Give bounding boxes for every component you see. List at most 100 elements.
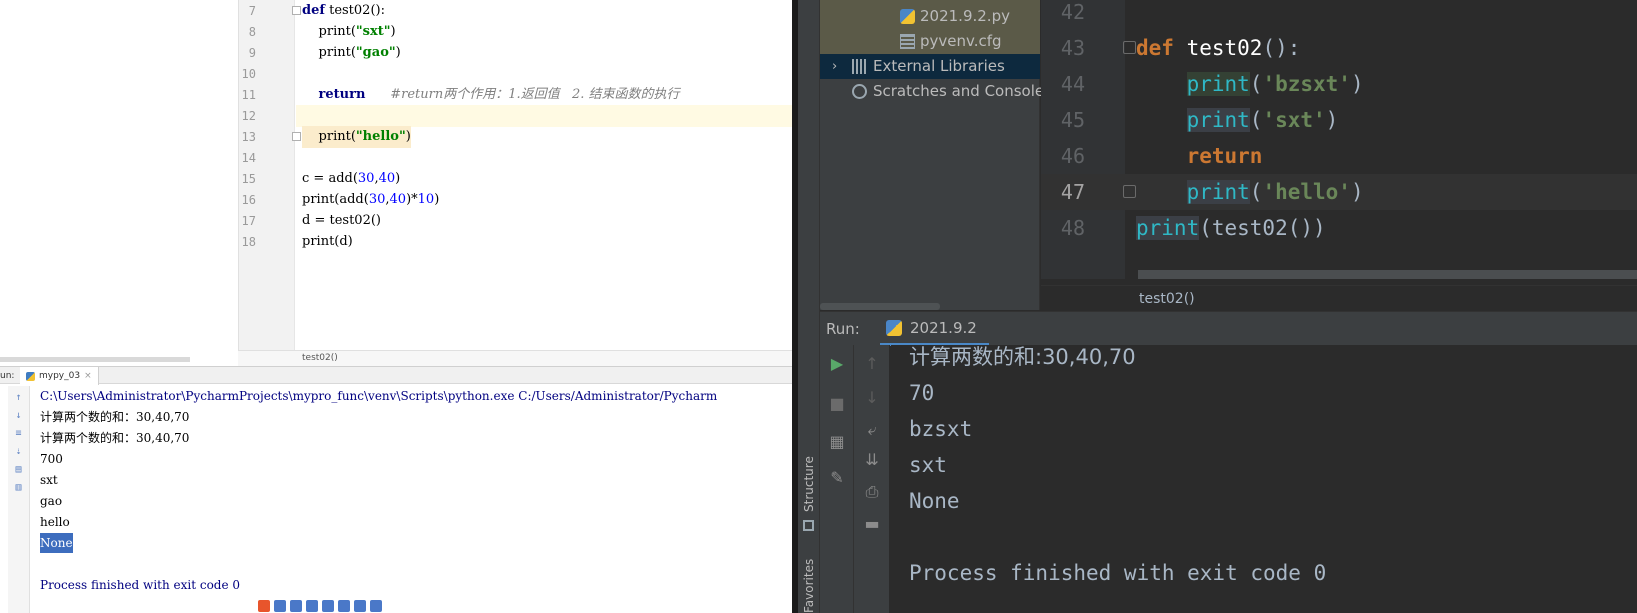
- left-code-line: 16 print(add(30,40)*10): [0, 189, 792, 211]
- project-item-py-file[interactable]: 2021.9.2.py: [820, 4, 1040, 29]
- fold-icon[interactable]: [1123, 41, 1136, 54]
- print-icon[interactable]: ▤: [13, 464, 24, 475]
- stop-icon[interactable]: ■: [828, 395, 846, 413]
- console-line: hello: [40, 515, 70, 529]
- code-text: def test02():: [302, 3, 385, 18]
- left-breadcrumb[interactable]: test02(): [238, 350, 792, 366]
- structure-icon: [803, 520, 814, 531]
- arrow-up-icon[interactable]: ↑: [13, 392, 24, 403]
- right-code-line: 46 return: [1041, 138, 1637, 174]
- scroll-to-end-icon[interactable]: ⇊: [863, 451, 881, 469]
- trash-icon[interactable]: ▬: [863, 515, 881, 533]
- left-code-line: 8 print("sxt"): [0, 21, 792, 43]
- left-code-line: 7 def test02():: [0, 0, 792, 22]
- fold-icon[interactable]: [1123, 185, 1136, 198]
- trash-icon[interactable]: ▥: [13, 482, 24, 493]
- code-text: print(test02()): [1136, 216, 1326, 240]
- console-line: 计算两个数的和：30,40,70: [40, 410, 190, 424]
- code-text: print('bzsxt'): [1186, 72, 1364, 96]
- code-text: print("sxt"): [302, 24, 396, 39]
- project-item-label: pyvenv.cfg: [920, 32, 1002, 50]
- left-code-line-current: 12: [0, 105, 792, 127]
- line-number: 18: [241, 235, 256, 249]
- chevron-right-icon[interactable]: ›: [832, 54, 837, 79]
- app-icon[interactable]: [370, 600, 382, 612]
- right-console-output[interactable]: 计算两数的和:30,40,70 70 bzsxt sxt None Proces…: [891, 345, 1637, 613]
- left-console-output[interactable]: C:\Users\Administrator\PycharmProjects\m…: [40, 386, 792, 613]
- arrow-down-icon[interactable]: ↓: [13, 410, 24, 421]
- left-horizontal-scrollbar[interactable]: [0, 357, 190, 362]
- app-icon[interactable]: [290, 600, 302, 612]
- project-item-cfg-file[interactable]: pyvenv.cfg: [820, 29, 1040, 54]
- line-number: 48: [1060, 216, 1085, 240]
- line-number: 8: [248, 25, 256, 39]
- project-item-external-libraries[interactable]: › External Libraries: [820, 54, 1040, 79]
- line-number: 17: [241, 214, 256, 228]
- console-line: 700: [40, 452, 63, 466]
- run-toolbar-secondary: ↑ ↓ ⤶ ⇊ ⎙ ▬: [854, 345, 890, 613]
- left-code-line: 14: [0, 147, 792, 169]
- app-icon[interactable]: [274, 600, 286, 612]
- screenshot-root: 7 def test02(): 8 print("sxt") 9 print("…: [0, 0, 1637, 613]
- favorites-tab[interactable]: Favorites: [798, 556, 820, 613]
- console-line: 计算两个数的和：30,40,70: [40, 431, 190, 445]
- right-code-line: 42: [1041, 0, 1637, 30]
- right-code-line: 43 def test02():: [1041, 30, 1637, 66]
- code-text: c = add(30,40): [302, 171, 401, 186]
- project-horizontal-scrollbar[interactable]: [820, 303, 940, 310]
- scratches-icon: [852, 84, 867, 99]
- line-number: 47: [1060, 180, 1085, 204]
- left-code-line: 15 c = add(30,40): [0, 168, 792, 190]
- line-number: 10: [241, 67, 256, 81]
- fold-icon[interactable]: [292, 132, 301, 141]
- library-icon: [852, 59, 867, 74]
- console-line: 70: [909, 381, 935, 405]
- soft-wrap-icon[interactable]: ≡: [13, 428, 24, 439]
- close-icon[interactable]: ×: [84, 367, 92, 385]
- line-number: 42: [1060, 0, 1085, 24]
- layout-icon[interactable]: ▦: [828, 433, 846, 451]
- app-icon[interactable]: [322, 600, 334, 612]
- left-code-line: 18 print(d): [0, 231, 792, 253]
- pin-icon[interactable]: ✎: [828, 469, 846, 487]
- console-line: Process finished with exit code 0: [909, 561, 1327, 585]
- code-text: print('hello'): [1186, 180, 1364, 204]
- line-number: 14: [241, 151, 256, 165]
- code-text: print(d): [302, 234, 353, 249]
- line-number: 12: [241, 109, 256, 123]
- config-file-icon: [900, 34, 915, 49]
- left-run-tab[interactable]: mypy_03 ×: [20, 367, 99, 385]
- line-number: 16: [241, 193, 256, 207]
- run-toolbar-primary: ▶ ■ ▦ ✎: [820, 345, 854, 613]
- arrow-up-icon[interactable]: ↑: [863, 355, 881, 373]
- app-icon[interactable]: [258, 600, 270, 612]
- scroll-end-icon[interactable]: ⇣: [13, 446, 24, 457]
- app-icon[interactable]: [354, 600, 366, 612]
- rerun-icon[interactable]: ▶: [828, 355, 846, 373]
- right-code-editor[interactable]: 42 43 def test02(): 44 print('bzsxt') 45…: [1041, 0, 1637, 279]
- right-breadcrumb[interactable]: test02(): [1041, 285, 1637, 311]
- line-number: 45: [1060, 108, 1085, 132]
- editor-horizontal-scrollbar[interactable]: [1138, 270, 1637, 279]
- line-number: 7: [248, 4, 256, 18]
- right-code-line: 48 print(test02()): [1041, 210, 1637, 246]
- soft-wrap-icon[interactable]: ⤶: [863, 421, 881, 439]
- python-icon: [26, 371, 35, 381]
- console-line-selected: None: [40, 533, 73, 553]
- fold-icon[interactable]: [292, 6, 301, 15]
- code-text: print("hello"): [302, 126, 411, 148]
- project-item-label: External Libraries: [873, 57, 1005, 75]
- app-icon[interactable]: [306, 600, 318, 612]
- arrow-down-icon[interactable]: ↓: [863, 389, 881, 407]
- left-code-editor[interactable]: 7 def test02(): 8 print("sxt") 9 print("…: [0, 0, 792, 352]
- right-run-label: Run:: [826, 320, 860, 338]
- console-line: sxt: [909, 453, 947, 477]
- print-icon[interactable]: ⎙: [863, 483, 881, 501]
- project-item-scratches[interactable]: Scratches and Consoles: [820, 79, 1052, 104]
- structure-tab[interactable]: Structure: [798, 452, 820, 512]
- right-ide-window: Structure Favorites 2021.9.2.py pyvenv.c…: [798, 0, 1637, 613]
- app-icon[interactable]: [338, 600, 350, 612]
- console-line: bzsxt: [909, 417, 973, 441]
- left-code-line: 11 return #return两个作用：1.返回值 2. 结束函数的执行: [0, 84, 792, 106]
- project-panel: 2021.9.2.py pyvenv.cfg › External Librar…: [820, 0, 1052, 310]
